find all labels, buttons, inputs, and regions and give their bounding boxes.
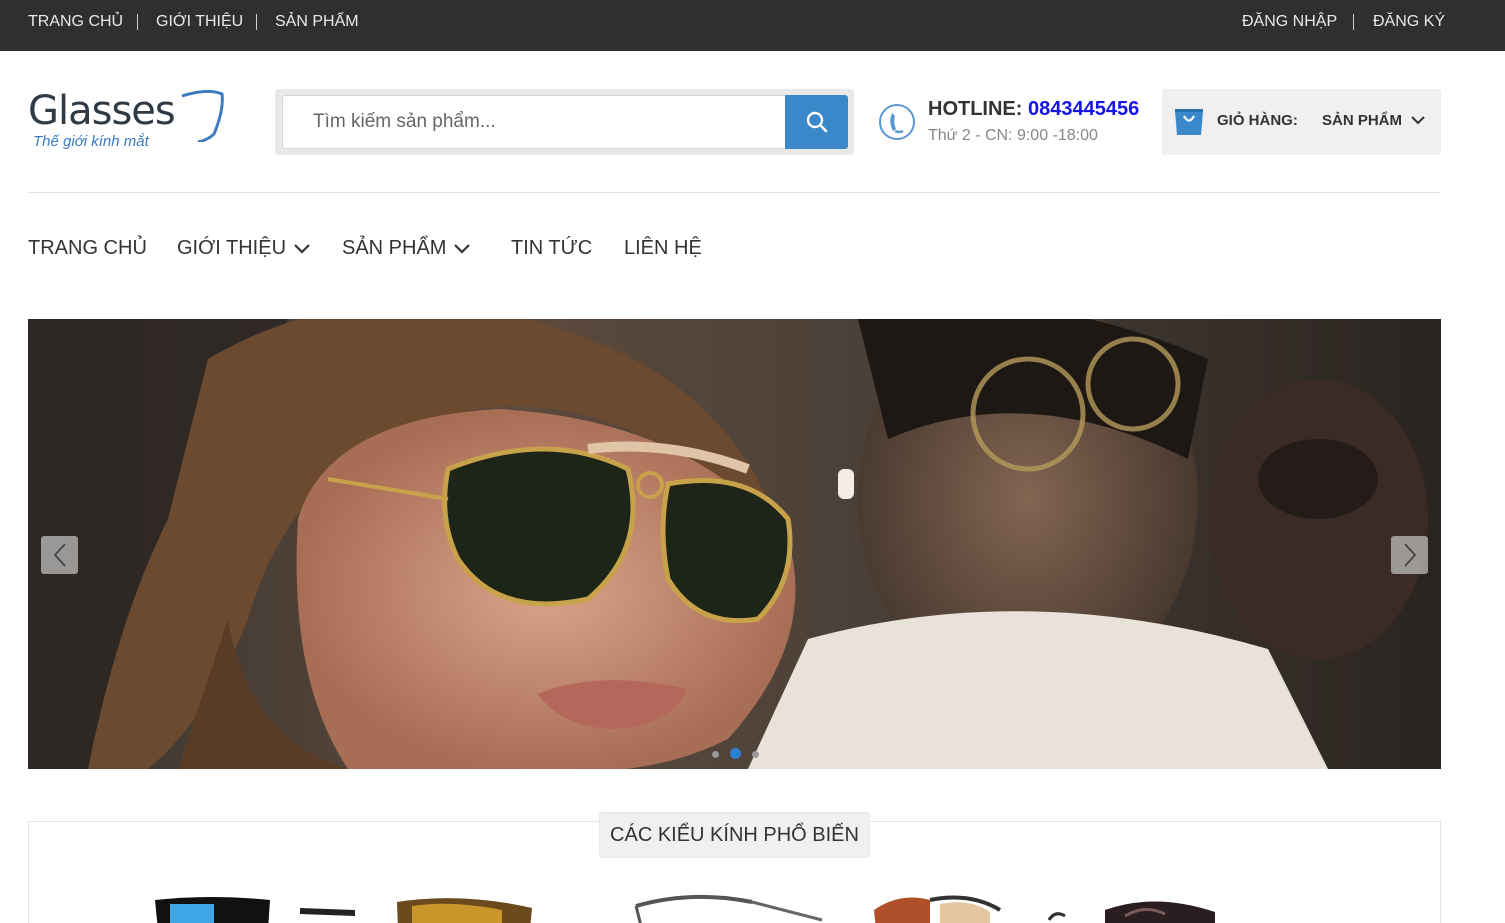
separator	[1353, 14, 1354, 30]
arrow-left-icon	[53, 543, 66, 567]
nav-home[interactable]: TRANG CHỦ	[28, 237, 147, 260]
hotline-number[interactable]: 0843445456	[1028, 98, 1139, 120]
separator	[256, 14, 257, 30]
shopping-bag-icon	[1175, 109, 1203, 135]
chevron-down-icon	[1411, 116, 1425, 125]
top-link-products[interactable]: SẢN PHẨM	[275, 13, 359, 31]
site-logo[interactable]: Glasses Thế giới kính mắt	[28, 88, 228, 152]
nav-news[interactable]: TIN TỨC	[511, 237, 592, 260]
product-thumbnail[interactable]	[150, 890, 360, 923]
arrow-right-icon	[1403, 543, 1416, 567]
top-link-home[interactable]: TRANG CHỦ	[28, 13, 123, 31]
register-link[interactable]: ĐĂNG KÝ	[1373, 13, 1445, 31]
search-button[interactable]	[785, 95, 848, 149]
phone-icon	[879, 104, 915, 140]
nav-label: TIN TỨC	[511, 237, 593, 259]
chevron-down-icon	[294, 243, 310, 254]
separator	[137, 14, 138, 30]
product-thumbnail[interactable]	[632, 890, 832, 923]
section-title: CÁC KIỂU KÍNH PHỔ BIẾN	[599, 812, 870, 858]
logo-tagline: Thế giới kính mắt	[33, 133, 149, 150]
search-input[interactable]	[282, 95, 786, 149]
search-bar	[275, 89, 854, 155]
hotline: HOTLINE: 0843445456	[928, 98, 1139, 121]
product-thumbnail[interactable]	[870, 890, 1010, 923]
carousel-prev-button[interactable]	[41, 536, 78, 574]
nav-contact[interactable]: LIÊN HỆ	[624, 237, 702, 260]
cart-dropdown[interactable]: GIỎ HÀNG: SẢN PHẨM	[1162, 89, 1441, 155]
logo-text: Glasses	[28, 88, 176, 134]
login-link[interactable]: ĐĂNG NHẬP	[1242, 13, 1337, 31]
opening-hours: Thứ 2 - CN: 9:00 -18:00	[928, 127, 1098, 144]
carousel-dot-active[interactable]	[730, 748, 741, 759]
nav-products[interactable]: SẢN PHẨM	[342, 237, 471, 260]
cart-count: SẢN PHẨM	[1322, 112, 1403, 129]
hotline-label: HOTLINE:	[928, 98, 1028, 120]
hero-banner-image	[28, 319, 1441, 769]
top-link-about[interactable]: GIỚI THIỆU	[156, 13, 243, 31]
header-divider	[28, 192, 1441, 193]
nav-label: SẢN PHẨM	[342, 237, 447, 259]
product-thumbnail[interactable]	[1045, 890, 1245, 923]
carousel-next-button[interactable]	[1391, 536, 1428, 574]
search-icon	[806, 111, 827, 133]
chevron-down-icon	[454, 243, 471, 254]
carousel-dot[interactable]	[712, 751, 719, 758]
top-bar: TRANG CHỦ GIỚI THIỆU SẢN PHẨM ĐĂNG NHẬP …	[0, 0, 1505, 51]
product-thumbnail[interactable]	[392, 890, 542, 923]
carousel-dot[interactable]	[752, 751, 759, 758]
nav-label: TRANG CHỦ	[28, 237, 147, 259]
nav-label: GIỚI THIỆU	[177, 237, 287, 259]
nav-label: LIÊN HỆ	[624, 237, 702, 259]
logo-swoosh-icon	[181, 90, 224, 142]
cart-label: GIỎ HÀNG:	[1217, 112, 1298, 129]
nav-about[interactable]: GIỚI THIỆU	[177, 237, 311, 260]
